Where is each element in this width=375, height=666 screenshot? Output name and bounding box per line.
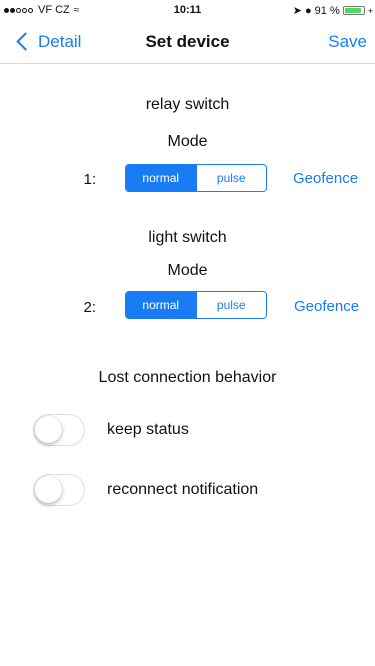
channel-2-mode-pulse[interactable]: pulse [195, 292, 266, 318]
navigation-bar: Detail Set device Save [0, 20, 375, 64]
keep-status-toggle[interactable] [33, 414, 85, 446]
alarm-icon: ● [305, 4, 312, 17]
channel-2-mode-label: Mode [167, 262, 208, 279]
charging-icon: + [367, 5, 373, 16]
channel-1-name: relay switch [145, 96, 230, 113]
status-right: ➤ ● 91 % + [290, 4, 373, 18]
keep-status-label: keep status [107, 421, 189, 438]
channel-2-index: 2: [83, 299, 96, 316]
channel-2-geofence-link[interactable]: Geofence [294, 298, 359, 315]
channel-2-name: light switch [148, 229, 227, 246]
location-arrow-icon: ➤ [292, 5, 302, 17]
status-bar: VF CZ ≈ 10:11 ➤ ● 91 % + [0, 0, 375, 20]
channel-1-mode-label: Mode [167, 133, 208, 150]
channel-1-mode-selector: normal pulse [125, 164, 267, 192]
page-title: Set device [145, 32, 230, 51]
toggle-knob [35, 476, 62, 503]
battery-fill [344, 8, 361, 13]
channel-1-mode-pulse[interactable]: pulse [195, 165, 266, 191]
channel-1-index: 1: [83, 171, 96, 188]
save-button[interactable]: Save [328, 20, 367, 63]
reconnect-notification-toggle[interactable] [33, 474, 85, 506]
reconnect-notification-label: reconnect notification [107, 481, 259, 498]
toggle-knob [35, 416, 62, 443]
channel-1-mode-normal[interactable]: normal [126, 165, 196, 191]
lost-connection-heading: Lost connection behavior [98, 369, 277, 386]
channel-2-mode-selector: normal pulse [125, 291, 267, 319]
channel-1-geofence-link[interactable]: Geofence [293, 170, 358, 187]
battery-icon [342, 6, 365, 15]
channel-2-mode-normal[interactable]: normal [126, 292, 196, 318]
battery-percent: 91 % [314, 4, 340, 17]
